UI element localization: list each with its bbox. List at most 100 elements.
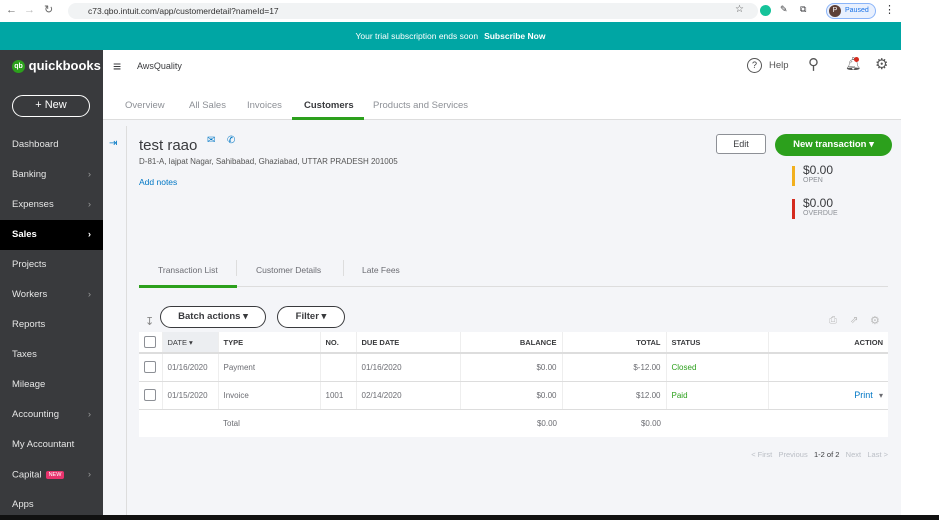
tab-invoices[interactable]: Invoices (247, 100, 282, 111)
add-notes-link[interactable]: Add notes (139, 177, 177, 187)
star-icon[interactable]: ☆ (735, 4, 744, 15)
help-icon[interactable]: ? (747, 58, 762, 73)
sidebar-item-banking[interactable]: Banking › (0, 160, 103, 190)
new-badge: NEW (45, 471, 65, 479)
sidebar-item-accounting[interactable]: Accounting › (0, 400, 103, 430)
sidebar-item-capital[interactable]: Capital NEW › (0, 460, 103, 490)
table-row[interactable]: 01/15/2020 Invoice 1001 02/14/2020 $0.00… (139, 381, 888, 410)
sidebar-item-label: Expenses (12, 199, 54, 210)
divider (343, 260, 344, 276)
subtab-transaction-list[interactable]: Transaction List (158, 265, 218, 275)
cell-due-date: 01/16/2020 (356, 353, 461, 382)
col-balance[interactable]: BALANCE (460, 332, 563, 354)
sidebar-item-label: Capital (12, 469, 42, 481)
col-type[interactable]: TYPE (218, 332, 321, 354)
sidebar-item-workers[interactable]: Workers › (0, 280, 103, 310)
previous-page-link[interactable]: Previous (779, 450, 808, 459)
hamburger-icon[interactable]: ≡ (113, 58, 121, 74)
cell-action: Print ▾ (768, 381, 888, 410)
filter-button[interactable]: Filter ▾ (277, 306, 345, 328)
sidebar-item-mileage[interactable]: Mileage (0, 370, 103, 400)
sidebar-item-label: Workers (12, 289, 48, 300)
extension-icon[interactable]: ✎ (780, 4, 788, 15)
sidebar-item-projects[interactable]: Projects (0, 250, 103, 280)
tab-products-services[interactable]: Products and Services (373, 100, 468, 111)
menu-icon[interactable]: ⋮ (884, 3, 895, 16)
email-icon[interactable]: ✉ (207, 135, 215, 146)
sidebar-item-label: Reports (12, 319, 46, 330)
trial-banner: Your trial subscription ends soon Subscri… (0, 22, 901, 50)
last-page-link[interactable]: Last > (867, 450, 888, 459)
tab-all-sales[interactable]: All Sales (189, 100, 226, 111)
sort-icon[interactable]: ↧ (145, 315, 154, 328)
select-all-checkbox[interactable] (144, 336, 156, 348)
forward-icon[interactable]: → (24, 4, 35, 16)
subtab-customer-details[interactable]: Customer Details (256, 265, 321, 275)
quickbooks-logo[interactable]: qb quickbooks (12, 58, 101, 74)
main-content: ≡ AwsQuality ? Help ⚲ 🔔︎ ⚙ Overview All … (103, 50, 901, 515)
reload-icon[interactable]: ↻ (44, 3, 53, 16)
edit-button[interactable]: Edit (716, 134, 766, 154)
cell-balance: $0.00 (460, 353, 563, 382)
col-status[interactable]: STATUS (666, 332, 769, 354)
cell-status: Closed (666, 353, 769, 382)
gear-icon[interactable]: ⚙ (875, 55, 888, 73)
url-bar[interactable]: c73.qbo.intuit.com/app/customerdetail?na… (68, 3, 758, 19)
taskbar-strip (0, 515, 939, 520)
new-button[interactable]: + New (12, 95, 90, 117)
next-page-link[interactable]: Next (846, 450, 861, 459)
open-indicator (792, 166, 795, 186)
help-label[interactable]: Help (769, 60, 789, 71)
grammarly-icon[interactable] (760, 5, 771, 16)
row-checkbox[interactable] (144, 389, 156, 401)
col-due-date[interactable]: DUE DATE (356, 332, 461, 354)
print-icon[interactable]: ⎙ (829, 315, 837, 326)
sidebar-item-dashboard[interactable]: Dashboard (0, 130, 103, 160)
search-icon[interactable]: ⚲ (808, 55, 819, 73)
new-label: New (44, 99, 67, 111)
total-balance: $0.00 (536, 418, 557, 428)
settings-icon[interactable]: ⚙ (870, 314, 880, 327)
batch-actions-button[interactable]: Batch actions ▾ (160, 306, 266, 328)
extension2-icon[interactable]: ⧉ (800, 4, 806, 15)
table-row[interactable]: 01/16/2020 Payment 01/16/2020 $0.00 $-12… (139, 353, 888, 382)
export-icon[interactable]: ⇗ (850, 315, 858, 326)
col-total[interactable]: TOTAL (562, 332, 667, 354)
cell-no: 1001 (320, 381, 357, 410)
sidebar-item-reports[interactable]: Reports (0, 310, 103, 340)
row-checkbox[interactable] (144, 361, 156, 374)
col-no[interactable]: NO. (320, 332, 357, 354)
profile-button[interactable]: P Paused (826, 3, 876, 19)
top-header: ≡ AwsQuality ? Help ⚲ 🔔︎ ⚙ (103, 50, 901, 90)
tab-customers[interactable]: Customers (304, 100, 354, 111)
back-icon[interactable]: ← (6, 4, 17, 16)
sidebar-item-expenses[interactable]: Expenses › (0, 190, 103, 220)
new-transaction-button[interactable]: New transaction ▾ (775, 134, 892, 156)
overdue-label: OVERDUE (803, 210, 838, 217)
subscribe-link[interactable]: Subscribe Now (484, 31, 545, 41)
page-range: 1-2 of 2 (813, 450, 840, 459)
col-date[interactable]: DATE ▾ (162, 332, 219, 354)
print-link[interactable]: Print (854, 390, 873, 400)
expand-panel-icon[interactable]: ⇥ (109, 138, 117, 149)
sidebar-item-label: Dashboard (12, 139, 59, 150)
phone-icon[interactable]: ✆ (227, 135, 235, 146)
subtab-rule (139, 286, 888, 287)
first-page-link[interactable]: < First (751, 450, 772, 459)
chevron-right-icon: › (87, 199, 91, 210)
cell-no (320, 353, 357, 382)
overdue-summary: $0.00 OVERDUE (803, 196, 838, 217)
sidebar-item-taxes[interactable]: Taxes (0, 340, 103, 370)
sidebar-item-my-accountant[interactable]: My Accountant (0, 430, 103, 460)
avatar: P (829, 5, 841, 17)
tab-overview[interactable]: Overview (125, 100, 165, 111)
sidebar-item-sales[interactable]: Sales › (0, 220, 103, 250)
overdue-amount: $0.00 (803, 196, 834, 210)
chevron-right-icon: › (87, 229, 91, 240)
subtab-late-fees[interactable]: Late Fees (362, 265, 400, 275)
sidebar-item-label: Apps (12, 499, 34, 510)
sidebar-item-label: Banking (12, 169, 47, 180)
col-label: DATE (167, 337, 187, 347)
filter-label: Filter (295, 311, 319, 322)
chevron-down-icon[interactable]: ▾ (879, 391, 883, 400)
